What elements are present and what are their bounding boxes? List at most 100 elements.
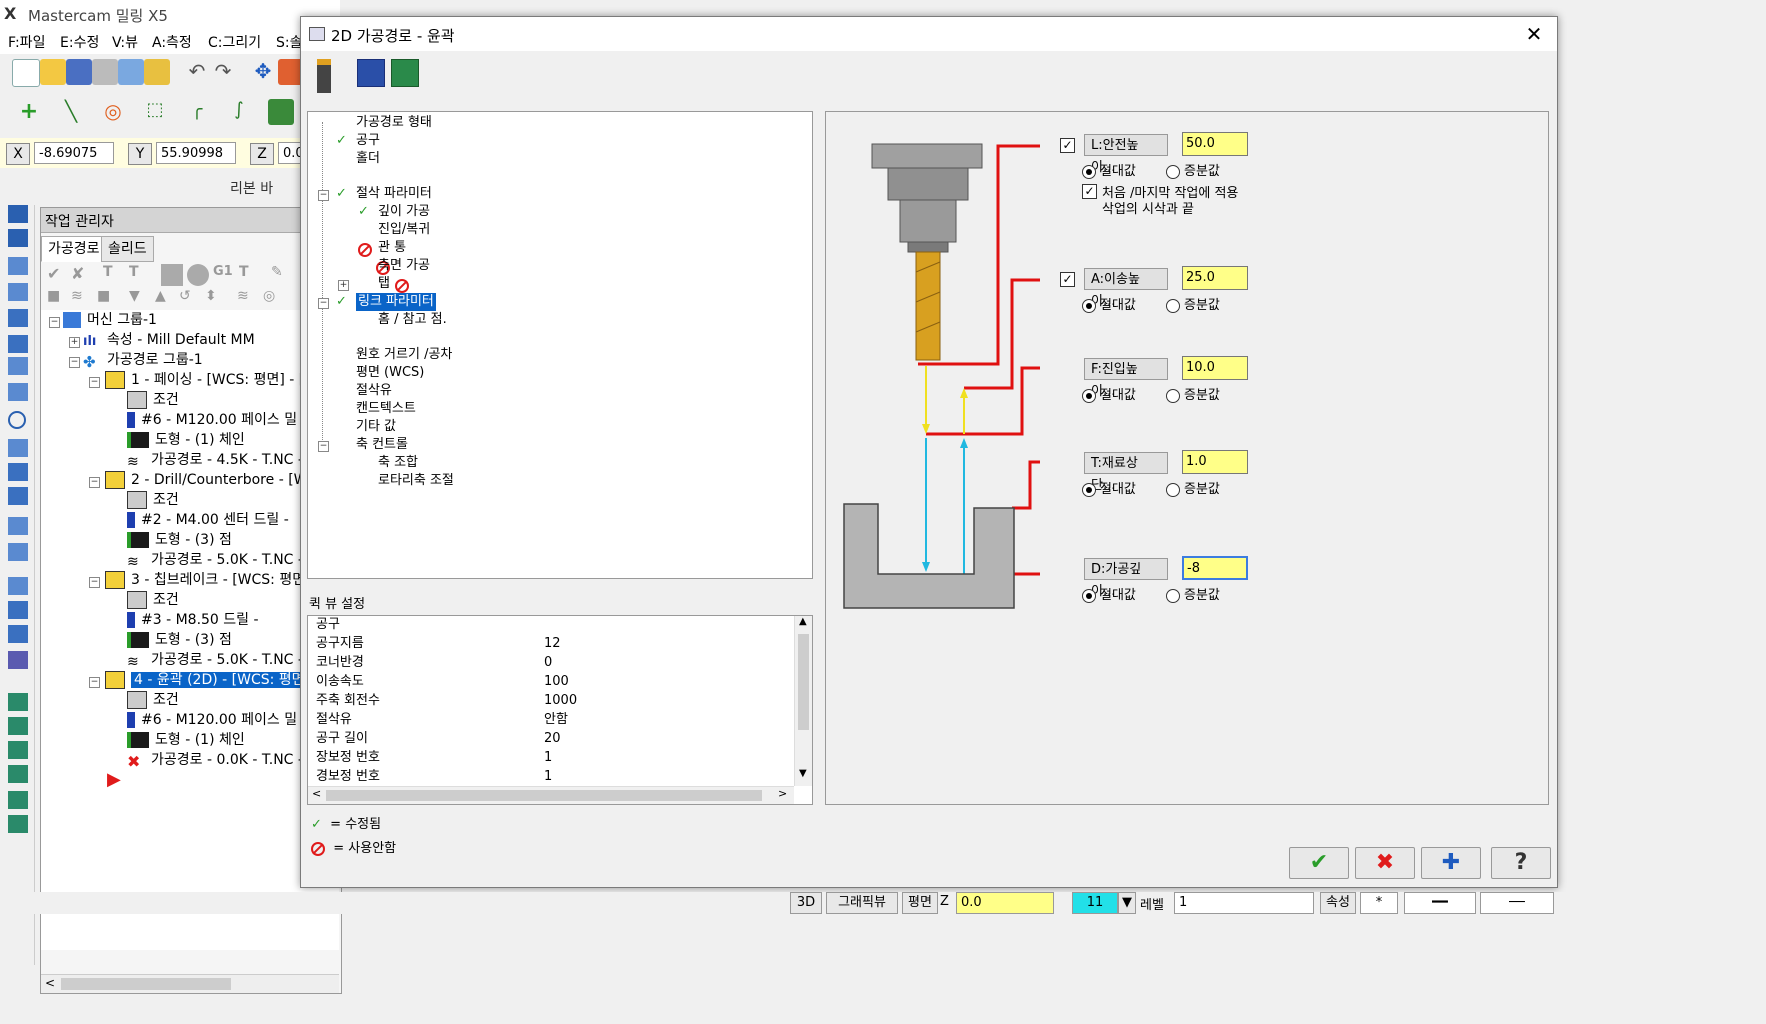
qv-hscroll-thumb[interactable] xyxy=(326,790,762,801)
solid-view-icon[interactable] xyxy=(8,651,28,669)
op-toolpath[interactable]: ≋ 가공경로 - 5.0K - T.NC - xyxy=(127,650,303,670)
color-swatch[interactable]: 11 xyxy=(1072,892,1118,914)
pocket-icon[interactable] xyxy=(8,229,28,247)
move-down-icon[interactable]: ▼ xyxy=(129,288,151,310)
scroll-up-icon[interactable]: ▲ xyxy=(799,616,807,627)
collapse-icon[interactable]: − xyxy=(49,317,60,328)
clearance-absolute-radio[interactable]: 절대값 xyxy=(1082,160,1136,179)
menu-analyze[interactable]: A:측정 xyxy=(152,32,192,52)
menu-view[interactable]: V:뷰 xyxy=(112,32,138,52)
thread-icon[interactable] xyxy=(8,383,28,401)
tree-item-axis-control[interactable]: 축 컨트롤 xyxy=(356,436,408,454)
properties-node[interactable]: ılı 속성 - Mill Default MM xyxy=(83,330,255,350)
tree-item-planes[interactable]: 평면 (WCS) xyxy=(356,364,424,382)
menu-file[interactable]: F:파일 xyxy=(8,32,45,52)
pan-icon[interactable]: ✥ xyxy=(250,59,276,85)
qv-vscrollbar[interactable]: ▲ ▼ xyxy=(794,616,812,786)
new-file-icon[interactable] xyxy=(12,59,40,87)
help-icon[interactable]: ◎ xyxy=(263,288,285,310)
scroll-thumb[interactable] xyxy=(61,978,231,990)
op-tool[interactable]: #6 - M120.00 페이스 밀 xyxy=(127,410,297,430)
operation-1[interactable]: 1 - 페이싱 - [WCS: 평면] - [ xyxy=(105,370,304,390)
op-geometry[interactable]: 도형 - (3) 점 xyxy=(127,530,232,550)
engrave-icon[interactable] xyxy=(8,357,28,375)
drill-icon[interactable] xyxy=(8,257,28,275)
load-defaults-icon[interactable] xyxy=(391,59,419,87)
circle-icon[interactable]: ◎ xyxy=(100,99,126,125)
top-stock-absolute-radio[interactable]: 절대값 xyxy=(1082,478,1136,497)
tree-item-cut-params[interactable]: 절삭 파라미터 xyxy=(356,185,432,203)
scroll-left-icon[interactable]: < xyxy=(312,787,321,800)
surface-flowline-icon[interactable] xyxy=(8,791,28,809)
surface-parallel-icon[interactable] xyxy=(8,765,28,783)
collapse-icon[interactable]: − xyxy=(318,190,329,201)
retract-absolute-radio[interactable]: 절대값 xyxy=(1082,294,1136,313)
clearance-incremental-radio[interactable]: 증분값 xyxy=(1166,160,1220,179)
z-label[interactable]: Z xyxy=(250,143,274,165)
slot-icon[interactable] xyxy=(8,335,28,353)
op-tool[interactable]: #6 - M120.00 페이스 밀 xyxy=(127,710,297,730)
collapse-icon[interactable]: − xyxy=(69,357,80,368)
z-depth-input[interactable]: 0.0 xyxy=(956,892,1054,914)
scroll-down-icon[interactable]: ▼ xyxy=(799,768,807,779)
machine-group[interactable]: 머신 그룹-1 xyxy=(63,310,157,330)
attributes-button[interactable]: 속성 xyxy=(1320,892,1356,914)
view-3d-button[interactable]: 3D xyxy=(790,892,822,914)
trim-icon[interactable] xyxy=(8,577,28,595)
surface-pocket-icon[interactable] xyxy=(8,741,28,759)
tree-item-axis-combination[interactable]: 축 조합 xyxy=(378,454,418,472)
surface-finish-icon[interactable] xyxy=(8,717,28,735)
tree-item-depth-cuts[interactable]: 깊이 가공 xyxy=(378,203,430,221)
cancel-button[interactable]: ✖ xyxy=(1355,847,1415,879)
highfeed-icon[interactable]: T xyxy=(239,264,261,286)
op-toolpath[interactable]: ✖ 가공경로 - 0.0K - T.NC - xyxy=(127,750,303,771)
stock-icon[interactable] xyxy=(8,601,28,619)
move-up-icon[interactable]: ▲ xyxy=(155,288,177,310)
select-dirty-icon[interactable]: ✘ xyxy=(71,264,93,286)
scroll-left-icon[interactable]: < xyxy=(45,976,55,990)
spiral-icon[interactable] xyxy=(8,487,28,505)
circle-mill-icon[interactable] xyxy=(8,411,26,429)
regen-icon[interactable]: T xyxy=(103,264,125,286)
qv-vscroll-thumb[interactable] xyxy=(798,634,809,730)
face-icon[interactable] xyxy=(8,309,28,327)
collapse-icon[interactable]: − xyxy=(89,477,100,488)
op-tool[interactable]: #2 - M4.00 센터 드릴 - xyxy=(127,510,289,530)
tree-item-toolpath-type[interactable]: 가공경로 형태 xyxy=(356,114,432,132)
tree-item-canned-text[interactable]: 캔드텍스트 xyxy=(356,400,416,418)
toggle-post-icon[interactable]: ■ xyxy=(97,288,119,310)
depth-incremental-radio[interactable]: 증분값 xyxy=(1166,584,1220,603)
retract-input[interactable]: 25.0 xyxy=(1182,266,1248,290)
depth-button[interactable]: D:가공깊이... xyxy=(1084,558,1168,599)
level-select[interactable]: 1 xyxy=(1174,892,1314,914)
help-button[interactable]: ? xyxy=(1491,847,1551,879)
feed-plane-incremental-radio[interactable]: 증분값 xyxy=(1166,384,1220,403)
menu-edit[interactable]: E:수정 xyxy=(60,32,99,52)
retract-button[interactable]: A:이송높이... xyxy=(1084,268,1168,309)
op-params[interactable]: 조건 xyxy=(127,390,179,410)
bore-icon[interactable] xyxy=(8,463,28,481)
feed-plane-input[interactable]: 10.0 xyxy=(1182,356,1248,380)
tree-item-misc-values[interactable]: 기타 값 xyxy=(356,418,396,436)
op-tool[interactable]: #3 - M8.50 드릴 - xyxy=(127,610,259,630)
tree-item-rotary-axis[interactable]: 로타리축 조절 xyxy=(378,472,454,490)
retract-incremental-radio[interactable]: 증분값 xyxy=(1166,294,1220,313)
tree-item-holder[interactable]: 홀더 xyxy=(356,150,380,168)
y-label[interactable]: Y xyxy=(128,143,152,165)
insert-arrow-icon[interactable]: ▶ xyxy=(107,770,121,790)
tab-toolpaths[interactable]: 가공경로 xyxy=(41,236,107,262)
depth-absolute-radio[interactable]: 절대값 xyxy=(1082,584,1136,603)
helix-icon[interactable] xyxy=(8,439,28,457)
op-geometry[interactable]: 도형 - (1) 체인 xyxy=(127,730,245,750)
scroll-icon[interactable]: ⬍ xyxy=(205,288,227,310)
delete-icon[interactable]: ✎ xyxy=(271,264,293,286)
fillet-icon[interactable]: ╭ xyxy=(184,99,210,125)
retract-checkbox[interactable]: ✓ xyxy=(1060,272,1075,287)
point-style-select[interactable]: * xyxy=(1360,892,1398,914)
tree-item-coolant[interactable]: 절삭유 xyxy=(356,382,392,400)
menu-solids[interactable]: S:솔 xyxy=(276,32,302,52)
top-stock-incremental-radio[interactable]: 증분값 xyxy=(1166,478,1220,497)
verify-icon[interactable] xyxy=(8,625,28,643)
operation-4[interactable]: 4 - 윤곽 (2D) - [WCS: 평면] xyxy=(105,670,313,690)
tree-item-tool[interactable]: 공구 xyxy=(356,132,380,150)
